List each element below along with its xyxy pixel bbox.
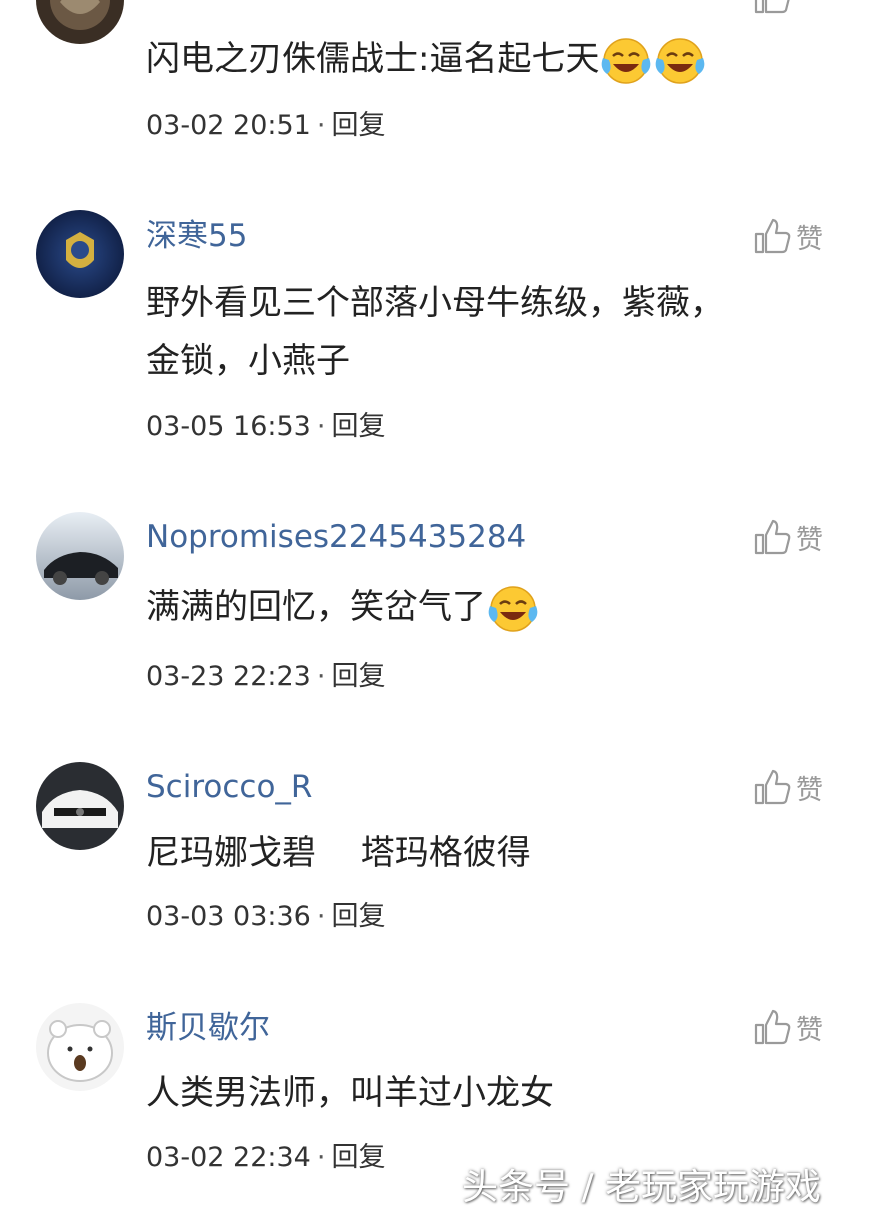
watermark: 头条号 / 老玩家玩游戏 <box>462 1167 822 1208</box>
avatar[interactable] <box>36 512 124 600</box>
username[interactable]: Scirocco_R <box>146 767 312 807</box>
laughing-crying-emoji-icon <box>488 585 538 632</box>
comment-date: 03-03 03:36 <box>146 901 311 932</box>
reply-button[interactable]: 回复 <box>331 110 385 141</box>
comment-meta: 03-23 22:23 · 回复 <box>146 659 385 695</box>
comment-date: 03-05 16:53 <box>146 411 311 442</box>
reply-button[interactable]: 回复 <box>331 1142 385 1173</box>
username[interactable]: 深寒55 <box>146 216 247 256</box>
thumbs-up-icon <box>754 519 791 555</box>
like-button[interactable]: 赞 <box>752 765 842 809</box>
comment-text: 满满的回忆，笑岔气了 <box>146 578 806 636</box>
thumbs-up-icon <box>754 0 790 14</box>
like-label: 赞 <box>796 774 823 806</box>
comment-meta: 03-03 03:36 · 回复 <box>146 899 385 935</box>
thumbs-up-icon <box>754 218 791 254</box>
comment-text-line: 野外看见三个部落小母牛练级，紫薇， <box>146 283 724 323</box>
laughing-crying-emoji-icon <box>656 37 705 84</box>
laughing-crying-emoji-icon <box>602 37 651 84</box>
comment-date: 03-02 22:34 <box>146 1142 311 1173</box>
username[interactable]: 斯贝歇尔 <box>146 1008 270 1048</box>
thumbs-up-icon <box>754 1009 791 1045</box>
comment-text: 人类男法师，叫羊过小龙女 <box>146 1073 554 1113</box>
comment-meta: 03-02 22:34 · 回复 <box>146 1140 385 1176</box>
like-button[interactable]: 赞 <box>752 1005 842 1049</box>
avatar[interactable] <box>36 0 124 44</box>
comment-text: 尼玛娜戈碧 塔玛格彼得 <box>146 833 531 873</box>
like-button[interactable]: 赞 <box>752 515 842 559</box>
avatar[interactable] <box>36 210 124 298</box>
separator: · <box>316 661 326 692</box>
like-label: 赞 <box>796 1014 823 1046</box>
comment-meta: 03-05 16:53 · 回复 <box>146 409 385 445</box>
avatar[interactable] <box>36 1003 124 1091</box>
separator: · <box>316 411 326 442</box>
reply-button[interactable]: 回复 <box>331 661 385 692</box>
separator: · <box>316 110 326 141</box>
reply-button[interactable]: 回复 <box>331 901 385 932</box>
thumbs-up-icon <box>754 769 791 805</box>
comment-date: 03-02 20:51 <box>146 110 311 141</box>
comment-date: 03-23 22:23 <box>146 661 311 692</box>
like-label: 赞 <box>796 223 823 255</box>
separator: · <box>316 1142 326 1173</box>
username[interactable]: Nopromises2245435284 <box>146 517 526 557</box>
comment-text: 闪电之刃侏儒战士:逼名起七天 <box>146 30 806 88</box>
comment-text-line: 金锁，小燕子 <box>146 341 350 381</box>
avatar[interactable] <box>36 762 124 850</box>
reply-button[interactable]: 回复 <box>331 411 385 442</box>
separator: · <box>316 901 326 932</box>
like-button[interactable]: 赞 <box>752 214 842 258</box>
comment-text: 野外看见三个部落小母牛练级，紫薇， 金锁，小燕子 <box>146 274 806 390</box>
like-button[interactable] <box>752 0 842 18</box>
like-label: 赞 <box>796 524 823 556</box>
comment-meta: 03-02 20:51 · 回复 <box>146 108 385 144</box>
